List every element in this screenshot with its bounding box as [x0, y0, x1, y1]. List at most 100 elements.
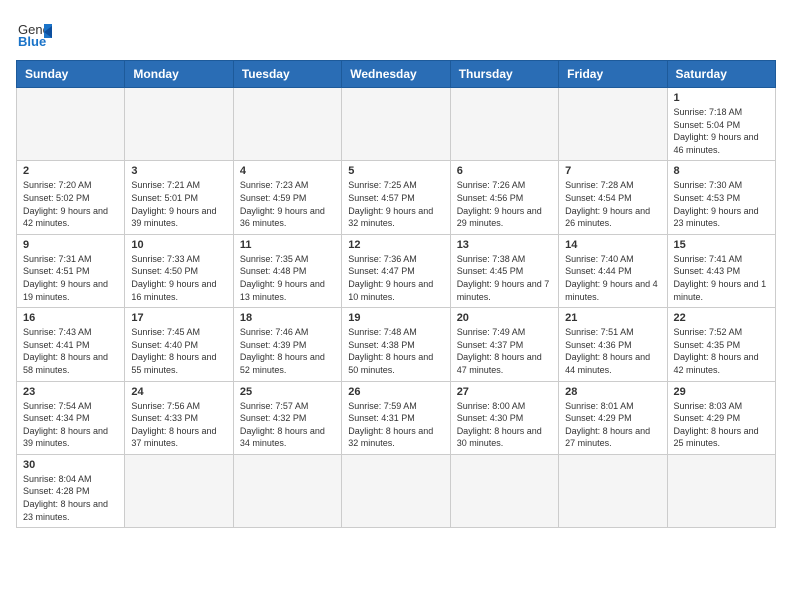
calendar-cell: [342, 88, 450, 161]
weekday-header-saturday: Saturday: [667, 61, 775, 88]
calendar-row-4: 23 Sunrise: 7:54 AM Sunset: 4:34 PM Dayli…: [17, 381, 776, 454]
calendar-cell: 3 Sunrise: 7:21 AM Sunset: 5:01 PM Daylig…: [125, 161, 233, 234]
page-header: General Blue: [16, 16, 776, 52]
day-info: Sunrise: 7:54 AM Sunset: 4:34 PM Dayligh…: [23, 400, 118, 450]
calendar-cell: 1Sunrise: 7:18 AM Sunset: 5:04 PM Daylig…: [667, 88, 775, 161]
calendar-cell: 29 Sunrise: 8:03 AM Sunset: 4:29 PM Dayli…: [667, 381, 775, 454]
day-info: Sunrise: 7:52 AM Sunset: 4:35 PM Dayligh…: [674, 326, 769, 376]
day-info: Sunrise: 7:31 AM Sunset: 4:51 PM Dayligh…: [23, 253, 118, 303]
day-number: 4: [240, 165, 335, 177]
calendar-row-3: 16 Sunrise: 7:43 AM Sunset: 4:41 PM Dayli…: [17, 308, 776, 381]
day-info: Sunrise: 7:38 AM Sunset: 4:45 PM Dayligh…: [457, 253, 552, 303]
weekday-header-friday: Friday: [559, 61, 667, 88]
day-number: 2: [23, 165, 118, 177]
day-number: 23: [23, 386, 118, 398]
calendar-cell: 13 Sunrise: 7:38 AM Sunset: 4:45 PM Dayli…: [450, 234, 558, 307]
calendar-cell: [450, 454, 558, 527]
day-number: 27: [457, 386, 552, 398]
calendar-row-5: 30Sunrise: 8:04 AM Sunset: 4:28 PM Dayli…: [17, 454, 776, 527]
day-info: Sunrise: 7:23 AM Sunset: 4:59 PM Dayligh…: [240, 179, 335, 229]
calendar-cell: 18 Sunrise: 7:46 AM Sunset: 4:39 PM Dayli…: [233, 308, 341, 381]
day-number: 3: [131, 165, 226, 177]
calendar-cell: 25 Sunrise: 7:57 AM Sunset: 4:32 PM Dayli…: [233, 381, 341, 454]
day-info: Sunrise: 7:43 AM Sunset: 4:41 PM Dayligh…: [23, 326, 118, 376]
day-number: 16: [23, 312, 118, 324]
day-number: 1: [674, 92, 769, 104]
day-number: 15: [674, 239, 769, 251]
weekday-header-monday: Monday: [125, 61, 233, 88]
day-number: 20: [457, 312, 552, 324]
calendar-cell: 12Sunrise: 7:36 AM Sunset: 4:47 PM Dayli…: [342, 234, 450, 307]
day-info: Sunrise: 7:57 AM Sunset: 4:32 PM Dayligh…: [240, 400, 335, 450]
calendar-cell: [233, 454, 341, 527]
weekday-header-row: SundayMondayTuesdayWednesdayThursdayFrid…: [17, 61, 776, 88]
calendar-cell: 15 Sunrise: 7:41 AM Sunset: 4:43 PM Dayli…: [667, 234, 775, 307]
calendar-cell: 14 Sunrise: 7:40 AM Sunset: 4:44 PM Dayli…: [559, 234, 667, 307]
day-number: 8: [674, 165, 769, 177]
day-info: Sunrise: 8:03 AM Sunset: 4:29 PM Dayligh…: [674, 400, 769, 450]
day-number: 18: [240, 312, 335, 324]
calendar-row-2: 9 Sunrise: 7:31 AM Sunset: 4:51 PM Daylig…: [17, 234, 776, 307]
weekday-header-wednesday: Wednesday: [342, 61, 450, 88]
weekday-header-tuesday: Tuesday: [233, 61, 341, 88]
day-info: Sunrise: 7:21 AM Sunset: 5:01 PM Dayligh…: [131, 179, 226, 229]
day-info: Sunrise: 7:46 AM Sunset: 4:39 PM Dayligh…: [240, 326, 335, 376]
day-number: 10: [131, 239, 226, 251]
calendar-cell: 8 Sunrise: 7:30 AM Sunset: 4:53 PM Daylig…: [667, 161, 775, 234]
calendar-cell: 5 Sunrise: 7:25 AM Sunset: 4:57 PM Daylig…: [342, 161, 450, 234]
calendar-cell: 6 Sunrise: 7:26 AM Sunset: 4:56 PM Daylig…: [450, 161, 558, 234]
day-number: 19: [348, 312, 443, 324]
day-number: 21: [565, 312, 660, 324]
calendar-cell: [450, 88, 558, 161]
calendar-cell: [559, 454, 667, 527]
calendar-cell: 24 Sunrise: 7:56 AM Sunset: 4:33 PM Dayli…: [125, 381, 233, 454]
calendar-cell: 10 Sunrise: 7:33 AM Sunset: 4:50 PM Dayli…: [125, 234, 233, 307]
day-info: Sunrise: 7:48 AM Sunset: 4:38 PM Dayligh…: [348, 326, 443, 376]
day-number: 6: [457, 165, 552, 177]
day-info: Sunrise: 7:49 AM Sunset: 4:37 PM Dayligh…: [457, 326, 552, 376]
logo-icon: General Blue: [16, 16, 52, 52]
svg-text:Blue: Blue: [18, 34, 46, 49]
calendar-cell: [559, 88, 667, 161]
day-info: Sunrise: 7:45 AM Sunset: 4:40 PM Dayligh…: [131, 326, 226, 376]
calendar-cell: 28Sunrise: 8:01 AM Sunset: 4:29 PM Dayli…: [559, 381, 667, 454]
day-info: Sunrise: 7:41 AM Sunset: 4:43 PM Dayligh…: [674, 253, 769, 303]
day-number: 11: [240, 239, 335, 251]
logo: General Blue: [16, 16, 52, 52]
calendar-cell: 30Sunrise: 8:04 AM Sunset: 4:28 PM Dayli…: [17, 454, 125, 527]
day-info: Sunrise: 7:40 AM Sunset: 4:44 PM Dayligh…: [565, 253, 660, 303]
weekday-header-sunday: Sunday: [17, 61, 125, 88]
calendar-cell: 23 Sunrise: 7:54 AM Sunset: 4:34 PM Dayli…: [17, 381, 125, 454]
day-number: 24: [131, 386, 226, 398]
day-info: Sunrise: 8:00 AM Sunset: 4:30 PM Dayligh…: [457, 400, 552, 450]
day-info: Sunrise: 7:36 AM Sunset: 4:47 PM Dayligh…: [348, 253, 443, 303]
day-number: 25: [240, 386, 335, 398]
day-number: 26: [348, 386, 443, 398]
calendar-cell: 20 Sunrise: 7:49 AM Sunset: 4:37 PM Dayli…: [450, 308, 558, 381]
day-number: 22: [674, 312, 769, 324]
day-info: Sunrise: 7:30 AM Sunset: 4:53 PM Dayligh…: [674, 179, 769, 229]
calendar-cell: [125, 454, 233, 527]
day-number: 5: [348, 165, 443, 177]
weekday-header-thursday: Thursday: [450, 61, 558, 88]
calendar-cell: 21Sunrise: 7:51 AM Sunset: 4:36 PM Dayli…: [559, 308, 667, 381]
calendar-cell: 2Sunrise: 7:20 AM Sunset: 5:02 PM Daylig…: [17, 161, 125, 234]
calendar-row-1: 2Sunrise: 7:20 AM Sunset: 5:02 PM Daylig…: [17, 161, 776, 234]
calendar-cell: 4 Sunrise: 7:23 AM Sunset: 4:59 PM Daylig…: [233, 161, 341, 234]
day-number: 13: [457, 239, 552, 251]
day-info: Sunrise: 7:26 AM Sunset: 4:56 PM Dayligh…: [457, 179, 552, 229]
day-info: Sunrise: 7:59 AM Sunset: 4:31 PM Dayligh…: [348, 400, 443, 450]
calendar-cell: [667, 454, 775, 527]
calendar-cell: 22 Sunrise: 7:52 AM Sunset: 4:35 PM Dayli…: [667, 308, 775, 381]
day-info: Sunrise: 7:25 AM Sunset: 4:57 PM Dayligh…: [348, 179, 443, 229]
day-number: 29: [674, 386, 769, 398]
calendar-cell: [342, 454, 450, 527]
day-number: 14: [565, 239, 660, 251]
day-info: Sunrise: 7:33 AM Sunset: 4:50 PM Dayligh…: [131, 253, 226, 303]
calendar-cell: 11 Sunrise: 7:35 AM Sunset: 4:48 PM Dayli…: [233, 234, 341, 307]
day-number: 9: [23, 239, 118, 251]
day-info: Sunrise: 7:35 AM Sunset: 4:48 PM Dayligh…: [240, 253, 335, 303]
calendar-table: SundayMondayTuesdayWednesdayThursdayFrid…: [16, 60, 776, 528]
calendar-cell: 9 Sunrise: 7:31 AM Sunset: 4:51 PM Daylig…: [17, 234, 125, 307]
day-info: Sunrise: 7:56 AM Sunset: 4:33 PM Dayligh…: [131, 400, 226, 450]
